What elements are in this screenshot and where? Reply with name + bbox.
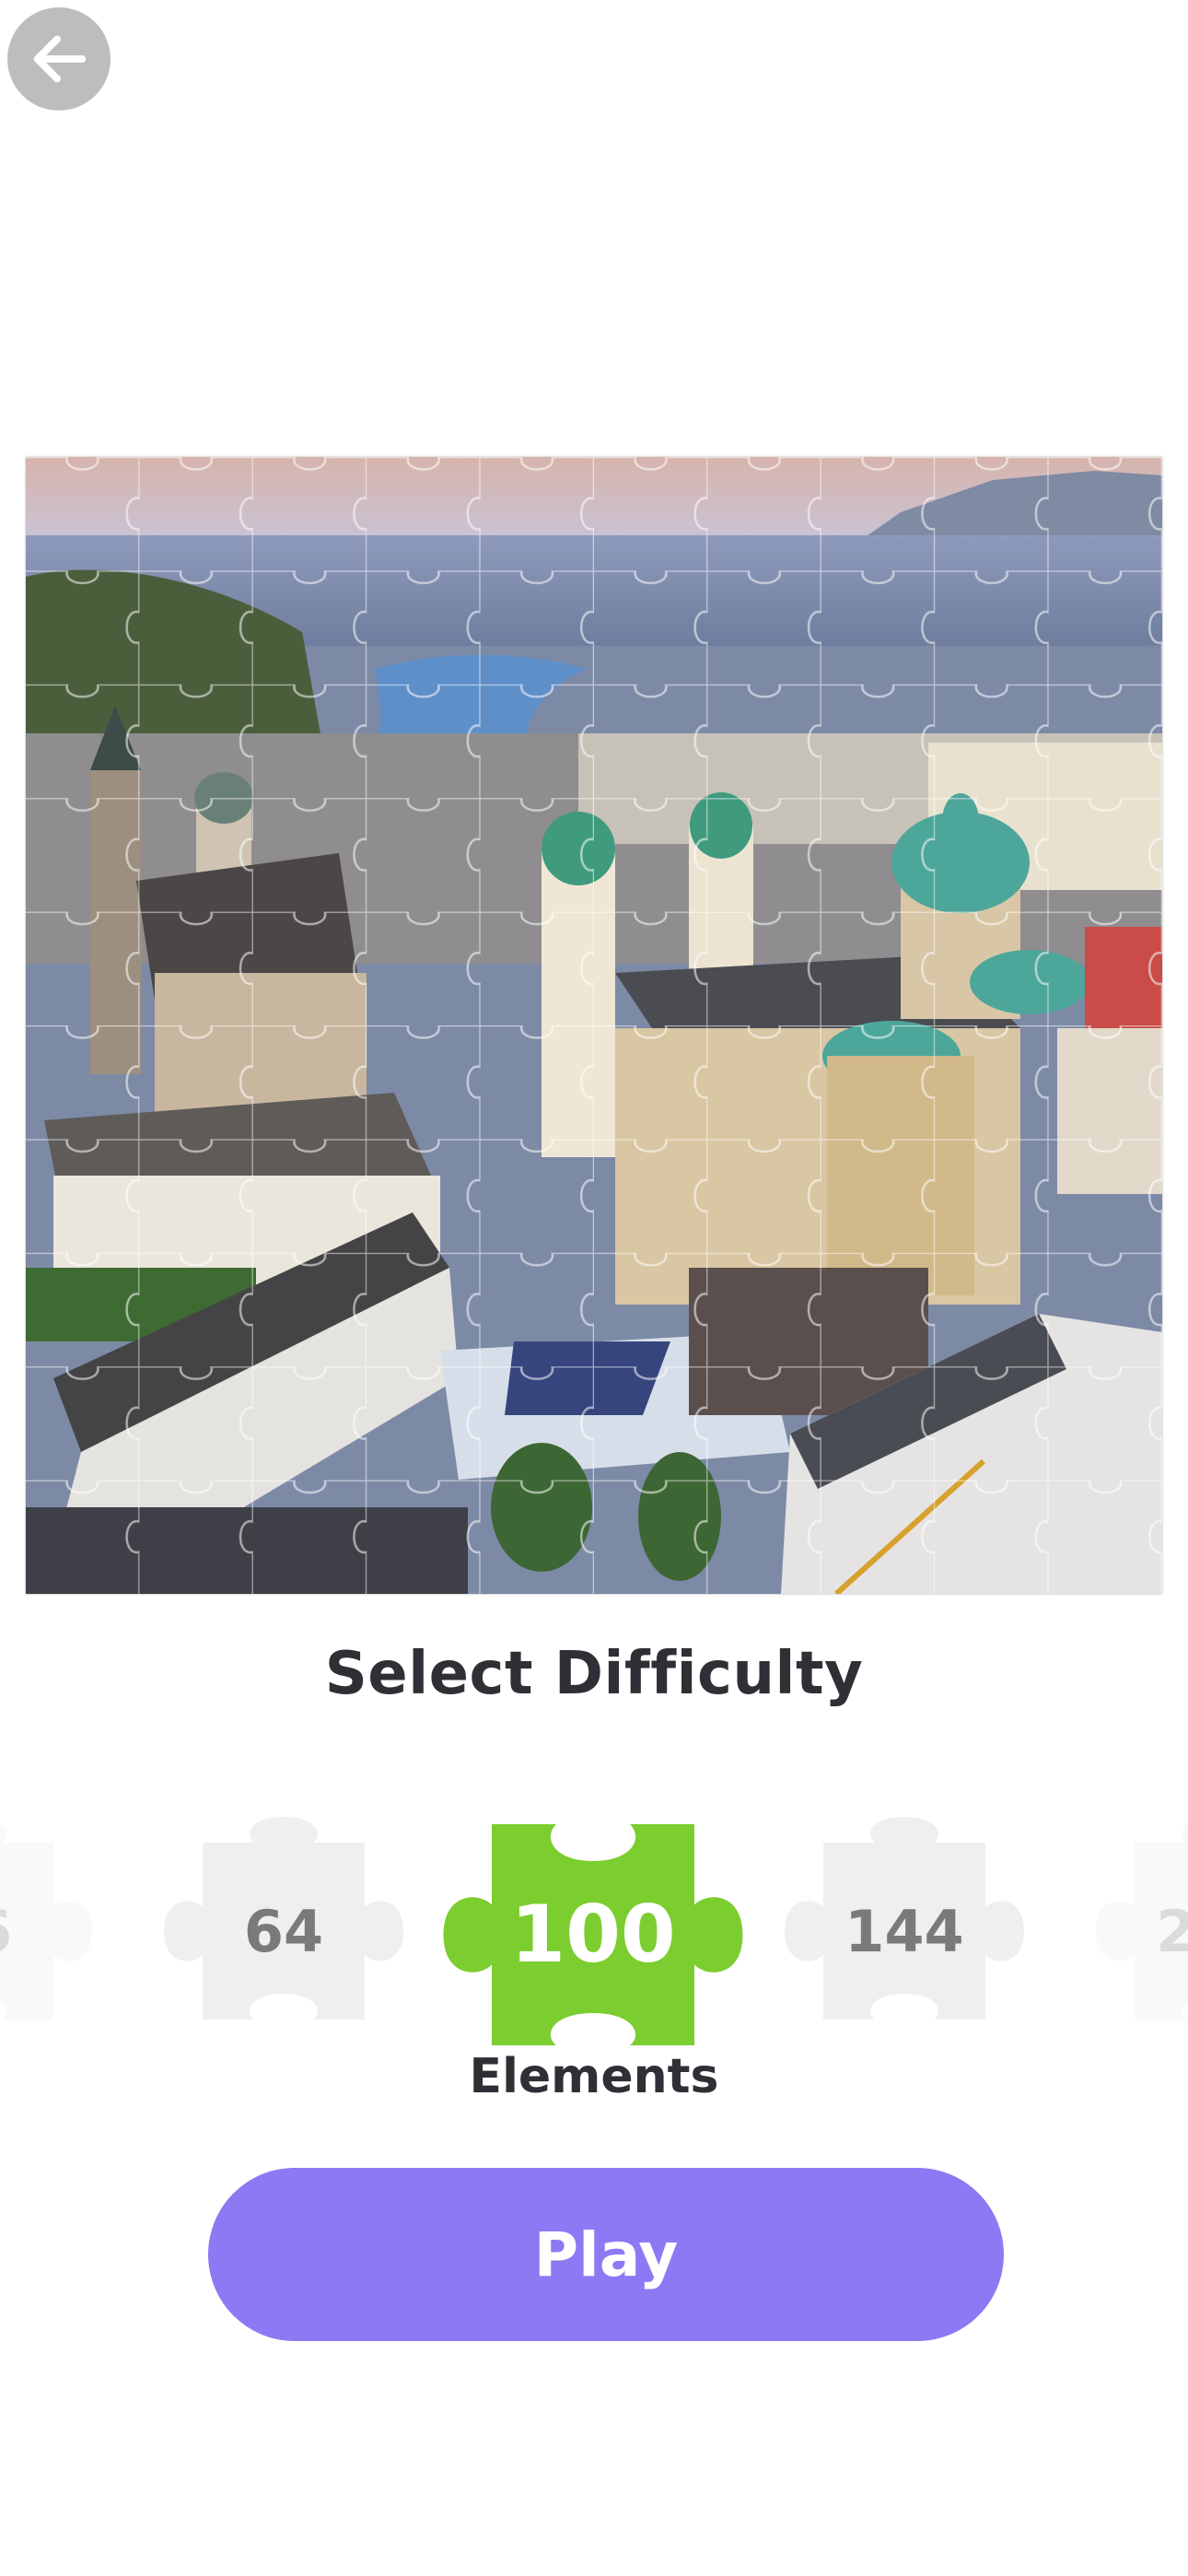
- difficulty-option-label: 256: [1156, 1897, 1188, 1965]
- difficulty-option-label: 144: [844, 1897, 964, 1965]
- difficulty-option-100-selected[interactable]: 100: [431, 1824, 755, 2045]
- elements-label: Elements: [469, 2049, 719, 2104]
- difficulty-option-256[interactable]: 256: [1087, 1823, 1188, 2020]
- difficulty-option-64[interactable]: 64: [155, 1817, 413, 2020]
- back-button[interactable]: [7, 7, 111, 111]
- difficulty-title: Select Difficulty: [324, 1640, 864, 1708]
- difficulty-carousel[interactable]: 36 64 100 144 256: [0, 1806, 1188, 2045]
- difficulty-option-label: 100: [510, 1889, 676, 1981]
- difficulty-option-label: 64: [243, 1897, 324, 1965]
- difficulty-option-36[interactable]: 36: [0, 1823, 101, 2020]
- difficulty-option-144[interactable]: 144: [775, 1817, 1033, 2020]
- play-button[interactable]: Play: [208, 2168, 1004, 2341]
- difficulty-option-label: 36: [0, 1843, 101, 2020]
- puzzle-preview-image: [26, 457, 1162, 1594]
- arrow-left-icon: [33, 35, 87, 83]
